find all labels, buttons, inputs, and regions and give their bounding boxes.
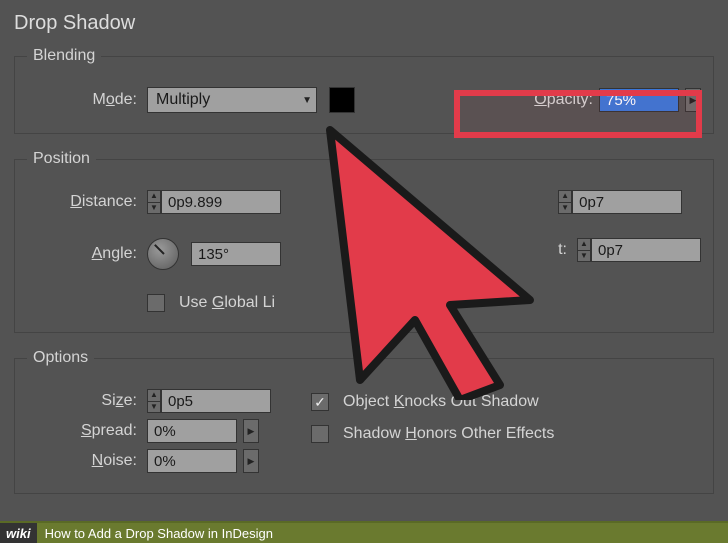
x-offset-spinner[interactable]: ▲▼ <box>558 190 572 214</box>
angle-dial[interactable] <box>147 238 179 270</box>
opacity-flyout-button[interactable]: ▶ <box>685 88 701 112</box>
position-group: Position Distance: ▲▼ Angle: Use <box>14 150 714 333</box>
drop-shadow-panel: Drop Shadow Blending Mode: Multiply ▼ Op… <box>0 0 728 522</box>
position-legend: Position <box>27 150 96 168</box>
mode-label: Mode: <box>27 91 137 109</box>
noise-input[interactable] <box>147 449 237 473</box>
shadow-color-swatch[interactable] <box>329 87 355 113</box>
knocks-out-label: Object Knocks Out Shadow <box>343 393 539 411</box>
use-global-light-checkbox[interactable] <box>147 294 165 312</box>
blending-legend: Blending <box>27 47 101 65</box>
y-offset-input[interactable] <box>591 238 701 262</box>
footer-wiki-logo: wiki <box>0 523 37 543</box>
distance-input[interactable] <box>161 190 281 214</box>
honors-effects-label: Shadow Honors Other Effects <box>343 425 554 443</box>
y-offset-label: t: <box>558 241 567 259</box>
spread-label: Spread: <box>27 422 137 440</box>
honors-effects-checkbox[interactable] <box>311 425 329 443</box>
use-global-light-label: Use Global Li <box>179 294 275 312</box>
footer-bar: wiki How to Add a Drop Shadow in InDesig… <box>0 521 728 543</box>
x-offset-input[interactable] <box>572 190 682 214</box>
knocks-out-checkbox[interactable] <box>311 393 329 411</box>
noise-label: Noise: <box>27 452 137 470</box>
distance-spinner[interactable]: ▲▼ <box>147 190 161 214</box>
angle-input[interactable] <box>191 242 281 266</box>
size-spinner[interactable]: ▲▼ <box>147 389 161 413</box>
blending-group: Blending Mode: Multiply ▼ Opacity: ▶ <box>14 47 714 134</box>
distance-label: Distance: <box>27 193 137 211</box>
options-group: Options Size: ▲▼ Spread: ▶ Noise: <box>14 349 714 494</box>
footer-text: How to Add a Drop Shadow in InDesign <box>37 526 281 541</box>
spread-flyout-button[interactable]: ▶ <box>243 419 259 443</box>
size-label: Size: <box>27 392 137 410</box>
panel-title: Drop Shadow <box>14 12 714 35</box>
spread-input[interactable] <box>147 419 237 443</box>
y-offset-spinner[interactable]: ▲▼ <box>577 238 591 262</box>
noise-flyout-button[interactable]: ▶ <box>243 449 259 473</box>
size-input[interactable] <box>161 389 271 413</box>
mode-dropdown[interactable]: Multiply ▼ <box>147 87 317 113</box>
opacity-input[interactable] <box>599 88 679 112</box>
chevron-down-icon: ▼ <box>302 95 312 106</box>
opacity-label: Opacity: <box>534 91 593 109</box>
options-legend: Options <box>27 349 94 367</box>
angle-label: Angle: <box>27 245 137 263</box>
mode-dropdown-value: Multiply <box>156 91 210 109</box>
